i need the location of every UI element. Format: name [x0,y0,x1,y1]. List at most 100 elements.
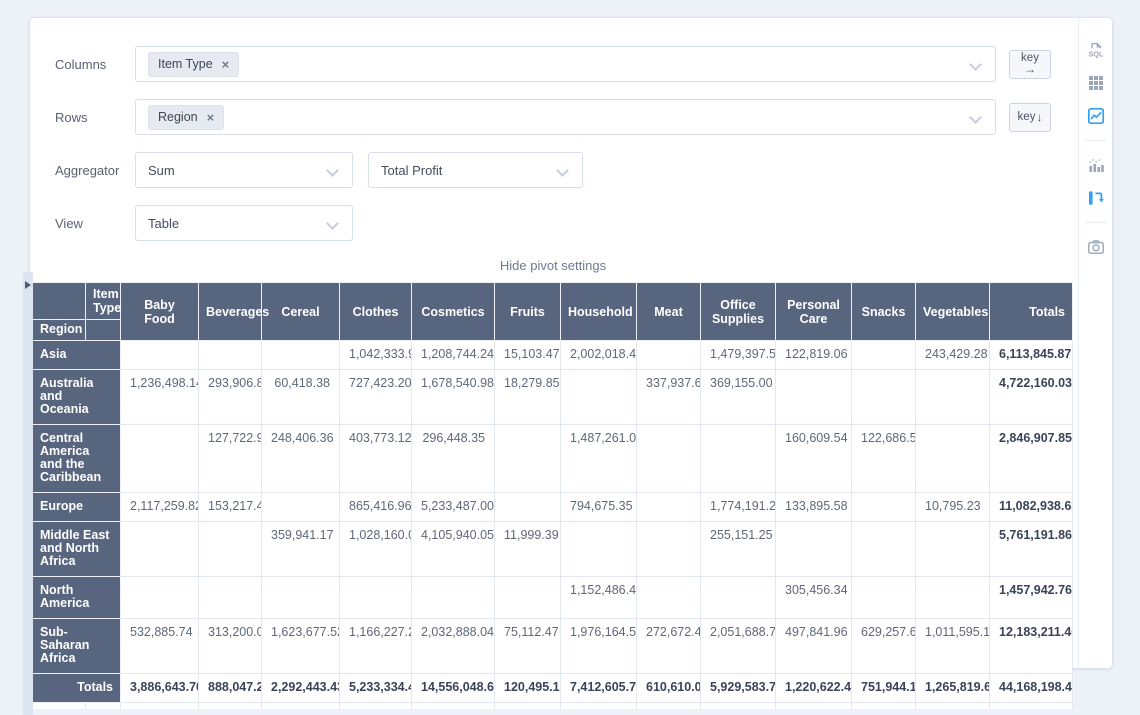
pivot-value-cell [916,522,990,577]
toolbar-divider [1085,222,1107,223]
pivot-value-cell: 296,448.35 [412,425,495,493]
column-total-cell: 1,265,819.63 [916,674,990,703]
table-row: Europe2,117,259.82153,217.44865,416.965,… [33,493,1073,522]
pivot-value-cell: 313,200.00 [199,619,262,674]
aggregator-label: Aggregator [55,163,135,178]
pivot-value-cell: 160,609.54 [776,425,852,493]
columns-sort-key-button[interactable]: key → [1009,50,1051,79]
view-value: Table [148,216,179,231]
clipped-cell [916,703,990,709]
column-total-cell: 14,556,048.66 [412,674,495,703]
pivot-value-cell [916,577,990,619]
key-label: key [1018,112,1036,123]
pivot-value-cell: 359,941.17 [262,522,340,577]
pivot-value-cell [637,493,701,522]
pivot-value-cell: 1,623,677.52 [262,619,340,674]
pivot-value-cell: 369,155.00 [701,370,776,425]
combo-chart-icon[interactable] [1086,155,1106,175]
pivot-value-cell [637,522,701,577]
chevron-down-icon [969,58,982,71]
row-axis-label: Region [33,320,86,341]
image-chart-icon[interactable] [1086,106,1106,126]
pivot-value-cell [495,425,561,493]
pivot-value-cell: 15,103.47 [495,341,561,370]
pivot-value-cell: 337,937.60 [637,370,701,425]
clipped-cell [776,703,852,709]
clipped-cell [701,703,776,709]
clipped-cell [852,703,916,709]
pivot-value-cell: 75,112.47 [495,619,561,674]
pivot-table-icon[interactable] [1086,188,1106,208]
clipped-cell [637,703,701,709]
pivot-value-cell [852,341,916,370]
visualization-toolbar: SQL [1078,18,1112,668]
columns-tag[interactable]: Item Type × [148,52,239,77]
aggregator-select[interactable]: Sum [135,152,353,188]
pivot-value-cell [852,493,916,522]
pivot-value-cell: 293,906.88 [199,370,262,425]
pivot-value-cell: 1,678,540.98 [412,370,495,425]
column-total-cell: 888,047.28 [199,674,262,703]
row-total-cell: 1,457,942.76 [990,577,1073,619]
row-label: Central America and the Caribbean [33,425,121,493]
clipped-row [33,703,1073,709]
clipped-cell [412,703,495,709]
pivot-value-cell: 255,151.25 [701,522,776,577]
column-header: Meat [637,283,701,341]
pivot-table-area: Item Type Baby FoodBeveragesCerealClothe… [32,282,1072,709]
clipped-cell [33,703,86,709]
column-header: Snacks [852,283,916,341]
row-total-cell: 6,113,845.87 [990,341,1073,370]
pivot-value-cell [121,522,199,577]
clipped-cell [495,703,561,709]
pivot-value-cell: 60,418.38 [262,370,340,425]
pivot-value-cell [495,577,561,619]
column-header: Clothes [340,283,412,341]
aggregator-field-select[interactable]: Total Profit [368,152,583,188]
rows-tag[interactable]: Region × [148,105,224,130]
columns-select[interactable]: Item Type × [135,46,996,82]
table-grid-icon[interactable] [1086,73,1106,93]
svg-text:SQL: SQL [1088,50,1103,59]
rows-tag-remove-icon[interactable]: × [207,111,215,124]
pivot-value-cell: 127,722.96 [199,425,262,493]
column-total-cell: 751,944.18 [852,674,916,703]
aggregator-row: Aggregator Sum Total Profit [55,152,1051,188]
table-row: Sub-Saharan Africa532,885.74313,200.001,… [33,619,1073,674]
row-total-cell: 4,722,160.03 [990,370,1073,425]
pivot-value-cell: 5,233,487.00 [412,493,495,522]
table-row: Asia1,042,333.921,208,744.2415,103.472,0… [33,341,1073,370]
pivot-value-cell [495,493,561,522]
column-total-cell: 2,292,443.43 [262,674,340,703]
pivot-value-cell: 629,257.68 [852,619,916,674]
pivot-value-cell [916,425,990,493]
pivot-value-cell [561,370,637,425]
clipped-cell [990,703,1073,709]
columns-tag-remove-icon[interactable]: × [222,58,230,71]
pivot-value-cell [852,522,916,577]
column-axis-label: Item Type [86,283,121,320]
expand-arrow-icon [25,281,31,289]
rows-sort-key-button[interactable]: key ↓ [1009,103,1051,132]
sql-icon[interactable]: SQL [1086,40,1106,60]
column-header: Office Supplies [701,283,776,341]
pivot-value-cell [121,577,199,619]
rows-select[interactable]: Region × [135,99,996,135]
column-total-cell: 120,495.18 [495,674,561,703]
row-label: Asia [33,341,121,370]
pivot-value-cell: 497,841.96 [776,619,852,674]
column-header: Fruits [495,283,561,341]
row-label: Australia and Oceania [33,370,121,425]
pivot-value-cell [776,522,852,577]
column-header: Vegetables [916,283,990,341]
clipped-cell [121,703,199,709]
hide-pivot-settings-link[interactable]: Hide pivot settings [55,258,1051,273]
grand-total-cell: 44,168,198.40 [990,674,1073,703]
column-header: Household [561,283,637,341]
column-header: Baby Food [121,283,199,341]
pivot-value-cell [199,341,262,370]
columns-row: Columns Item Type × key → [55,46,1051,82]
camera-icon[interactable] [1086,237,1106,257]
fields-panel-expander[interactable] [23,272,33,715]
view-select[interactable]: Table [135,205,353,241]
